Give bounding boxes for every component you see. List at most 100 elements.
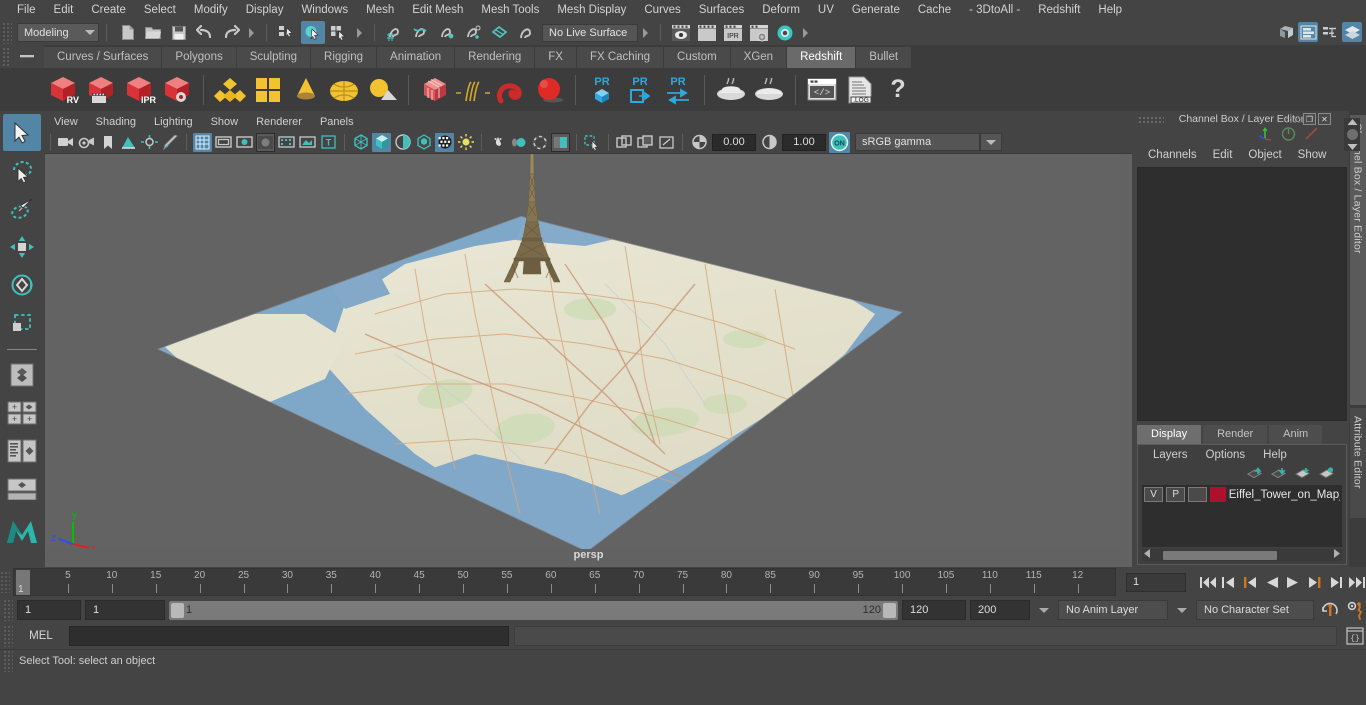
help-line-grip[interactable] [3,649,13,672]
menu-mesh[interactable]: Mesh [357,0,403,20]
tool-last-used[interactable] [3,356,41,393]
show-hide-tool-settings-icon[interactable] [1320,22,1340,42]
shelf-tab-rigging[interactable]: Rigging [311,47,378,68]
menu-3dtoall[interactable]: - 3DtoAll - [960,0,1029,20]
redshift-bake-all-button[interactable] [751,72,787,108]
shelf-tab-menu-icon[interactable] [18,51,36,62]
render-current-frame-icon[interactable] [695,21,719,44]
menu-set-selector[interactable]: Modeling [17,23,99,42]
film-gate-icon[interactable] [214,133,233,152]
menu-help[interactable]: Help [1089,0,1131,20]
character-set-dropdown[interactable]: No Character Set [1196,600,1314,620]
layer-name[interactable]: Eiffel_Tower_on_Map_ [1229,489,1340,501]
redshift-pr-export-button[interactable]: PR [622,72,658,108]
wireframe-icon[interactable] [351,133,370,152]
range-start-handle[interactable] [171,602,184,618]
layer-tab-display[interactable]: Display [1137,425,1202,444]
scrollbar-thumb[interactable] [1163,550,1277,560]
snap-to-view-plane-icon[interactable] [487,21,511,44]
restore-panel-button[interactable]: ❐ [1303,113,1316,125]
play-backwards-icon[interactable] [1263,573,1281,592]
color-management-toggle-icon[interactable]: ON [829,131,850,153]
range-slider-grip[interactable] [3,599,13,621]
menu-select[interactable]: Select [135,0,185,20]
color-management-field[interactable]: sRGB gamma [855,133,980,151]
redshift-render-view-button[interactable]: RV [45,72,81,108]
select-camera-icon[interactable] [56,133,75,152]
menu-surfaces[interactable]: Surfaces [690,0,753,20]
camera-attributes-icon[interactable] [77,133,96,152]
layer-visibility-toggle[interactable]: V [1144,487,1164,502]
go-to-start-icon[interactable] [1199,573,1217,592]
command-result-field[interactable] [514,626,1337,646]
show-hide-modeling-toolkit-icon[interactable] [1276,22,1296,42]
ambient-occlusion-icon[interactable] [488,133,507,152]
snap-to-projected-center-icon[interactable] [461,21,485,44]
use-all-lights-icon[interactable] [435,132,454,152]
channel-box-content[interactable] [1137,167,1347,421]
move-layer-up-icon[interactable] [1247,466,1262,482]
collapse-arrow-icon[interactable] [357,27,362,38]
viewport-menu-panels[interactable]: Panels [311,116,363,128]
menu-mesh-tools[interactable]: Mesh Tools [472,0,548,20]
shelf-tab-xgen[interactable]: XGen [730,47,788,68]
range-slider-bar[interactable]: 1 120 [169,600,898,620]
menu-cache[interactable]: Cache [909,0,960,20]
live-surface-field[interactable]: No Live Surface [542,23,638,42]
create-layer-from-selected-icon[interactable] [1319,466,1334,482]
viewport-menu-renderer[interactable]: Renderer [247,116,311,128]
image-plane-icon[interactable] [119,133,138,152]
shelf-tab-animation[interactable]: Animation [377,47,456,68]
menu-edit-mesh[interactable]: Edit Mesh [403,0,472,20]
make-live-icon[interactable] [513,21,537,44]
collapse-arrow-icon[interactable] [803,27,808,38]
hud-text-icon[interactable]: T [319,133,338,152]
gate-mask-icon[interactable] [256,132,275,152]
move-layer-down-icon[interactable] [1271,467,1286,482]
show-hide-attribute-editor-icon[interactable] [1298,22,1318,42]
snap-to-point-icon[interactable] [435,21,459,44]
viewport-menu-show[interactable]: Show [202,116,248,128]
multisample-icon[interactable] [530,133,549,152]
tool-paint-select[interactable] [3,190,41,227]
shelf-tab-polygons[interactable]: Polygons [162,47,237,68]
menu-windows[interactable]: Windows [292,0,357,20]
scale-gizmo-icon[interactable] [1304,127,1319,144]
shadows-icon[interactable] [456,133,475,152]
layer-row[interactable]: V P Eiffel_Tower_on_Map_ [1142,485,1342,504]
scroll-left-icon[interactable] [1144,549,1151,561]
script-editor-icon[interactable]: {} [1344,625,1366,647]
animation-preferences-icon[interactable] [1344,599,1366,621]
new-scene-icon[interactable] [115,21,139,44]
layer-tab-anim[interactable]: Anim [1269,425,1323,444]
shelf-tab-custom[interactable]: Custom [664,47,731,68]
go-to-end-icon[interactable] [1348,573,1366,592]
shelf-tab-fx[interactable]: FX [535,47,577,68]
step-back-frame-icon[interactable] [1242,573,1260,592]
step-forward-keyframe-icon[interactable] [1327,573,1345,592]
redshift-pr-transfer-button[interactable]: PR [660,72,696,108]
tool-move[interactable] [3,228,41,265]
playback-end-field[interactable]: 200 [970,600,1030,620]
xray-icon[interactable] [615,133,634,152]
channel-box-menu-object[interactable]: Object [1240,149,1289,161]
gamma-icon[interactable] [759,133,779,152]
layer-menu-help[interactable]: Help [1254,449,1296,461]
redshift-volume-button[interactable] [493,72,529,108]
redshift-render-sequence-button[interactable] [83,72,119,108]
create-new-layer-icon[interactable] [1295,467,1310,482]
redshift-help-button[interactable]: ? [880,72,916,108]
redo-icon[interactable] [219,21,243,44]
gamma-value-field[interactable]: 1.00 [782,133,826,151]
anim-layer-dropdown[interactable]: No Anim Layer [1058,600,1168,620]
select-by-component-icon[interactable] [327,21,351,44]
redshift-pr-proxy-button[interactable]: PR [584,72,620,108]
tool-layout-outliner-persp[interactable] [3,432,41,469]
shaded-wireframe-icon[interactable] [393,133,412,152]
tool-rotate[interactable] [3,266,41,303]
panel-grip[interactable] [1138,115,1164,123]
status-line-grip[interactable] [2,21,12,44]
current-frame-field[interactable]: 1 [1126,572,1186,592]
menu-curves[interactable]: Curves [635,0,689,20]
grease-pencil-icon[interactable] [161,133,180,152]
